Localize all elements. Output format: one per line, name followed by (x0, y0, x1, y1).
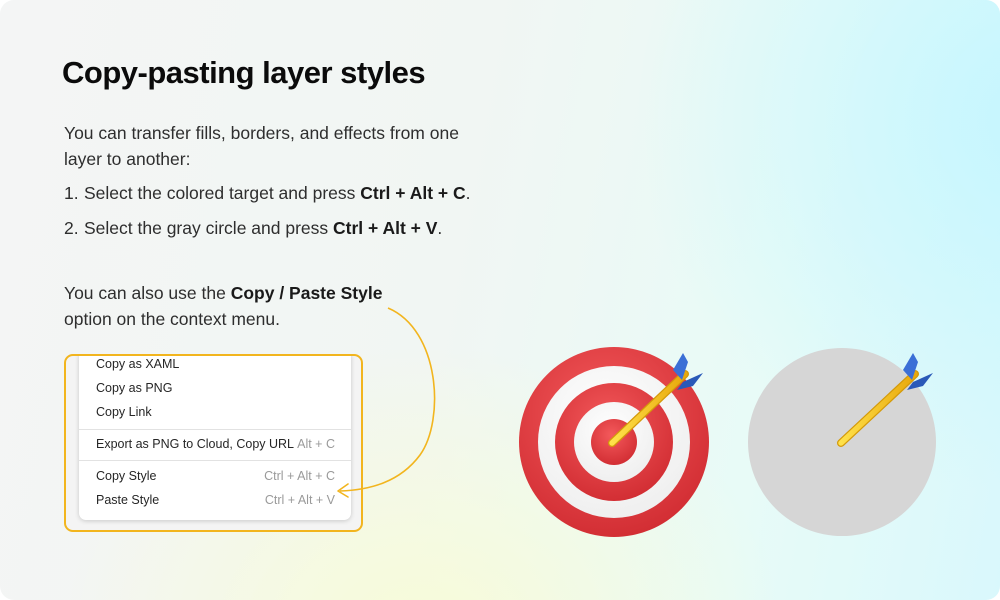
tip-card: Copy-pasting layer styles You can transf… (0, 0, 1000, 600)
target-with-arrow-icon[interactable] (515, 340, 715, 540)
gray-circle-with-arrow-icon[interactable] (745, 340, 945, 540)
